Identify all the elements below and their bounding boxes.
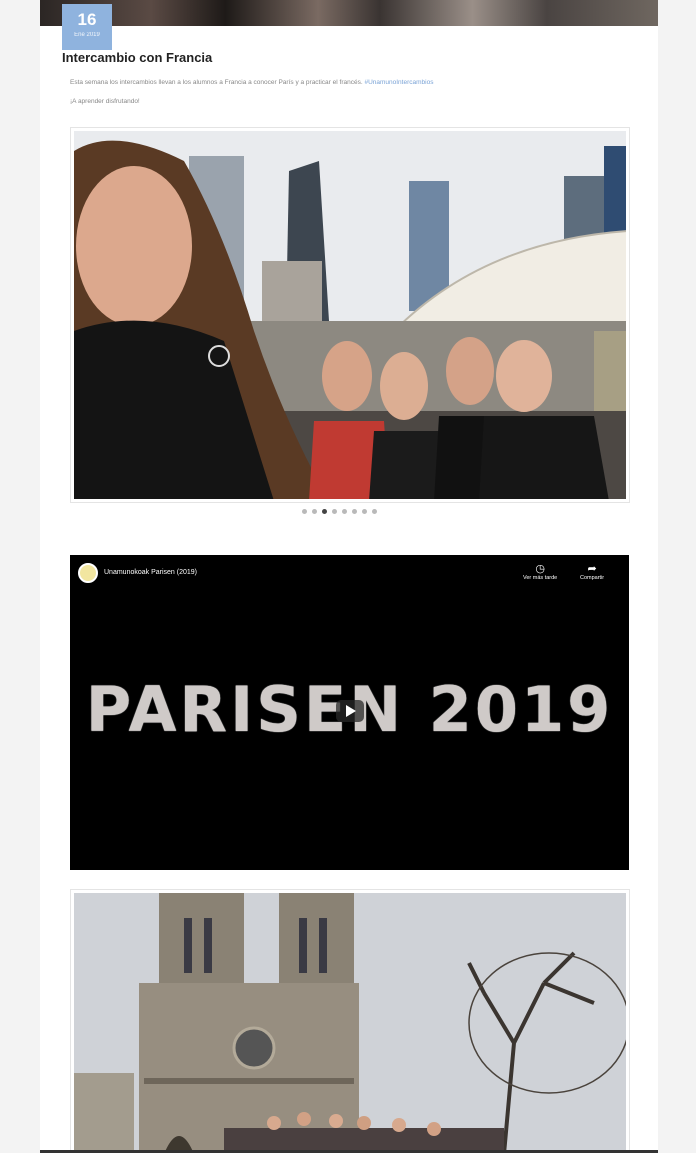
carousel-dot[interactable] bbox=[352, 509, 357, 514]
share-button[interactable]: ➦ Compartir bbox=[580, 563, 604, 581]
watch-later-label: Ver más tarde bbox=[523, 575, 558, 581]
post-body: Esta semana los intercambios llevan a lo… bbox=[70, 79, 433, 86]
la-defense-photo-illustration bbox=[74, 131, 626, 499]
carousel-dot[interactable] bbox=[312, 509, 317, 514]
notre-dame-illustration bbox=[74, 893, 626, 1153]
carousel-pagination bbox=[302, 509, 377, 517]
channel-avatar[interactable] bbox=[78, 563, 98, 583]
date-month: Ene 2019 bbox=[74, 32, 100, 38]
share-arrow-icon: ➦ bbox=[587, 563, 597, 575]
play-icon[interactable] bbox=[336, 700, 364, 722]
carousel-dot[interactable] bbox=[332, 509, 337, 514]
notre-dame-photo bbox=[74, 893, 626, 1153]
carousel-dot[interactable] bbox=[342, 509, 347, 514]
carousel-dot[interactable] bbox=[362, 509, 367, 514]
post-body-text: Esta semana los intercambios llevan a lo… bbox=[70, 79, 363, 86]
carousel-dot[interactable] bbox=[372, 509, 377, 514]
notre-dame-photo-frame[interactable] bbox=[70, 889, 630, 1153]
hashtag-link[interactable]: #UnamunoIntercambios bbox=[364, 79, 433, 86]
video-title[interactable]: Unamunokoak Parisen (2019) bbox=[104, 569, 197, 576]
embedded-video-player[interactable]: Unamunokoak Parisen (2019) ◷ Ver más tar… bbox=[70, 555, 629, 870]
post-title[interactable]: Intercambio con Francia bbox=[62, 50, 212, 65]
date-day: 16 bbox=[77, 10, 97, 29]
watch-later-button[interactable]: ◷ Ver más tarde bbox=[523, 563, 557, 581]
previous-post-image-strip[interactable] bbox=[40, 0, 658, 26]
carousel-dot[interactable] bbox=[302, 509, 307, 514]
page: 16 Ene 2019 Intercambio con Francia Esta… bbox=[0, 0, 696, 1153]
carousel-dot-active[interactable] bbox=[322, 509, 327, 514]
photo-carousel[interactable] bbox=[70, 127, 630, 503]
clock-icon: ◷ bbox=[535, 563, 545, 575]
group-selfie-photo bbox=[74, 131, 626, 499]
post-body-closing: ¡A aprender disfrutando! bbox=[70, 98, 140, 105]
share-label: Compartir bbox=[580, 575, 605, 581]
date-badge: 16 Ene 2019 bbox=[62, 4, 112, 50]
